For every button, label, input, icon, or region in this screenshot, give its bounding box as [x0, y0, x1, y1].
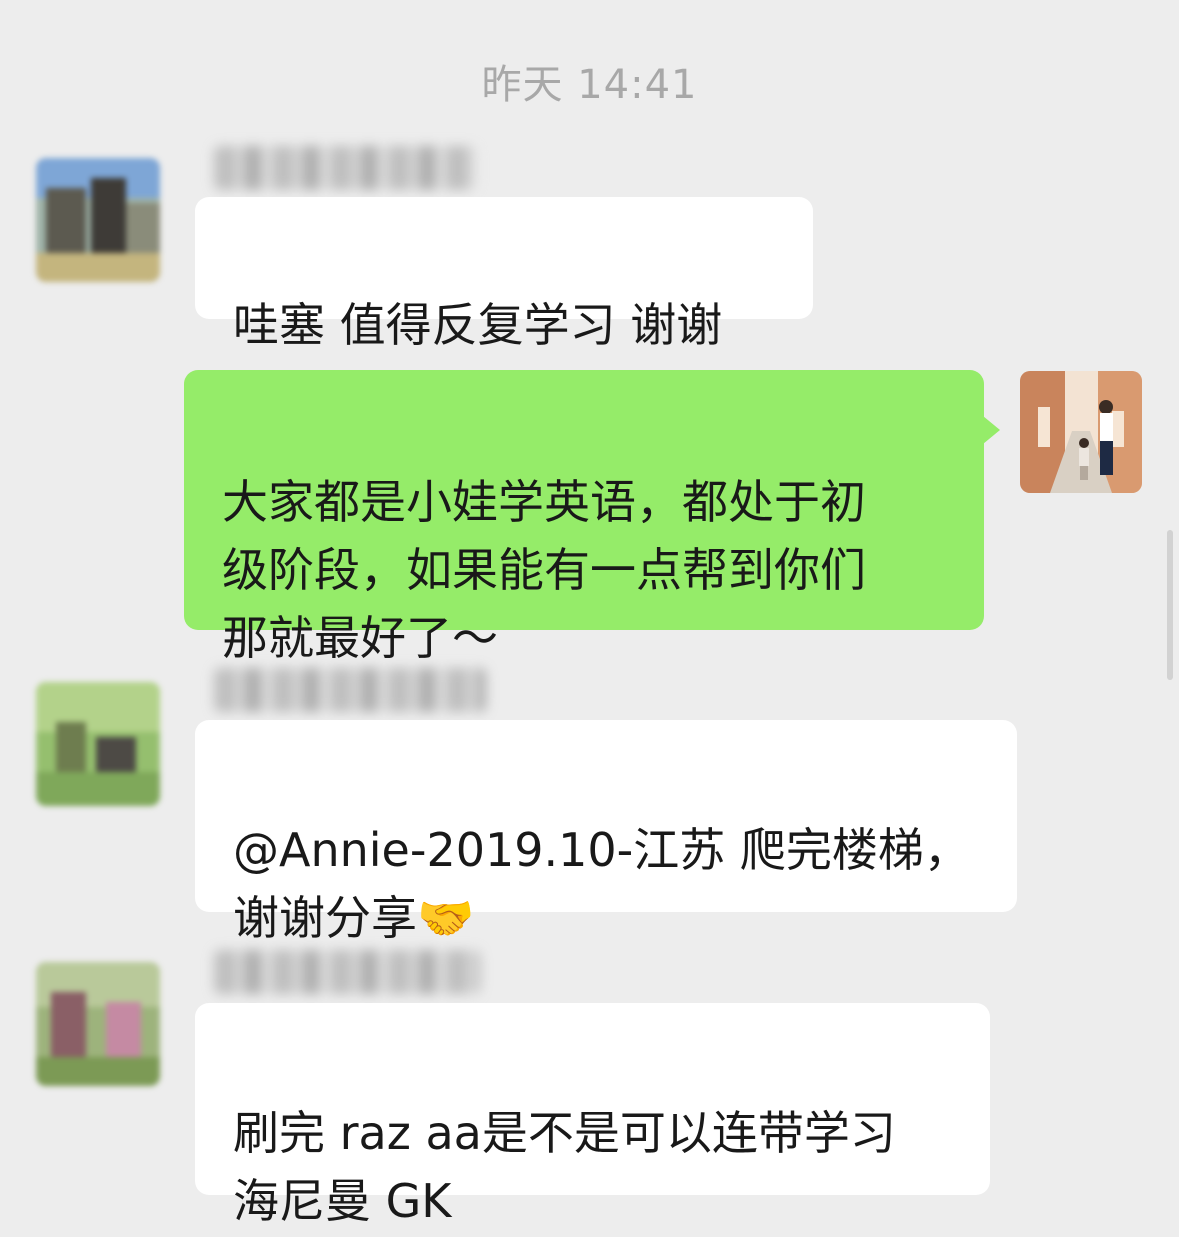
my-avatar[interactable] — [1020, 371, 1142, 493]
message-bubble-incoming[interactable]: 哇塞 值得反复学习 谢谢 — [195, 197, 813, 352]
sender-avatar[interactable] — [36, 682, 160, 806]
message-text: @Annie-2019.10-江苏 爬完楼梯， 谢谢分享 — [233, 823, 970, 945]
message-text: 大家都是小娃学英语，都处于初 级阶段，如果能有一点帮到你们 那就最好了～ — [222, 475, 866, 665]
sender-name-blurred — [214, 950, 480, 994]
message-bubble-outgoing[interactable]: 大家都是小娃学英语，都处于初 级阶段，如果能有一点帮到你们 那就最好了～ — [184, 370, 1000, 665]
message-text: 刷完 raz aa是不是可以连带学习 海尼曼 GK — [233, 1106, 896, 1228]
sender-avatar[interactable] — [36, 158, 160, 282]
message-bubble-incoming[interactable]: 刷完 raz aa是不是可以连带学习 海尼曼 GK — [195, 1003, 990, 1228]
sender-avatar[interactable] — [36, 962, 160, 1086]
scrollbar[interactable] — [1167, 530, 1173, 680]
message-bubble-incoming[interactable]: @Annie-2019.10-江苏 爬完楼梯， 谢谢分享🤝 — [195, 720, 1017, 945]
sender-name-blurred — [214, 146, 476, 190]
handshake-icon: 🤝 — [417, 891, 475, 945]
sender-name-blurred — [214, 668, 486, 712]
chat-timestamp: 昨天 14:41 — [481, 62, 698, 108]
message-text: 哇塞 值得反复学习 谢谢 — [233, 298, 723, 352]
